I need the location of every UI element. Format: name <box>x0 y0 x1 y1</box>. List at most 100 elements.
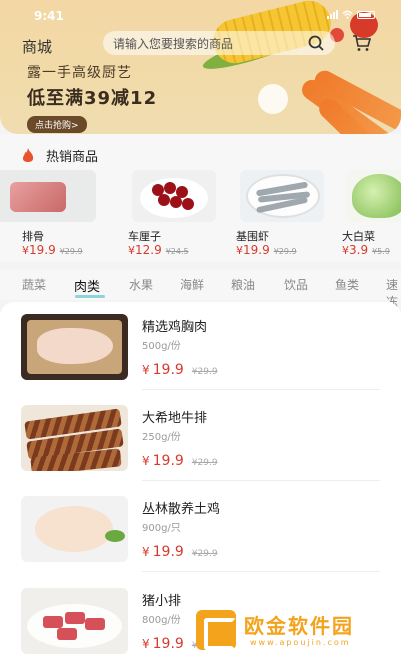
cabbage-shape <box>352 174 401 218</box>
product-spec: 250g/份 <box>142 432 181 443</box>
plate-decoration <box>258 84 288 114</box>
promo-text: 露一手高级厨艺 低至满39减12 点击抢购> <box>27 62 157 133</box>
watermark-text: 欧金软件园 <box>244 614 354 638</box>
product-spec: 500g/份 <box>142 341 181 352</box>
divider <box>142 571 380 572</box>
hot-item-price: ¥19.9 ¥29.9 <box>236 243 297 257</box>
product-price: ¥19.9 ¥29.9 <box>142 362 218 378</box>
app-screen: 9:41 商城 请输入您要搜索的商品 露一手高级厨艺 低至满39减12 点击抢购… <box>0 0 401 660</box>
battery-icon <box>357 10 375 19</box>
watermark-url: www.apoujin.com <box>250 638 351 647</box>
price-value: 19.9 <box>243 243 270 257</box>
watermark-logo: 欧金软件园 www.apoujin.com <box>196 608 398 656</box>
product-name: 精选鸡胸肉 <box>142 320 208 335</box>
product-price: ¥19.9 ¥29.9 <box>142 453 218 469</box>
product-spec: 900g/只 <box>142 523 181 534</box>
product-list: 精选鸡胸肉 500g/份 ¥19.9 ¥29.9 大希地牛排 250g/份 ¥19… <box>0 302 401 660</box>
buy-now-button[interactable]: 点击抢购> <box>27 116 87 133</box>
currency-symbol: ¥ <box>236 244 243 257</box>
cabbage-image <box>346 170 401 222</box>
hot-item[interactable]: 排骨 ¥19.9 ¥29.9 <box>0 170 122 257</box>
price-value: 3.9 <box>349 243 369 257</box>
product-spec: 800g/份 <box>142 615 181 626</box>
plate-shape <box>27 604 122 648</box>
tab-fruit[interactable]: 水果 <box>129 276 153 293</box>
hot-item-price: ¥12.9 ¥24.5 <box>128 243 189 257</box>
meat-shape <box>37 328 113 364</box>
cherry-image <box>132 170 216 222</box>
original-price: ¥29.9 <box>59 247 83 256</box>
rib-shape <box>65 612 85 624</box>
hot-item-name: 车厘子 <box>128 230 161 243</box>
search-bar[interactable]: 请输入您要搜索的商品 <box>103 31 335 55</box>
wifi-icon <box>342 10 353 19</box>
rib-shape <box>57 628 77 640</box>
currency-symbol: ¥ <box>342 244 349 257</box>
price-value: 19.9 <box>152 636 184 652</box>
page-title: 商城 <box>22 38 53 56</box>
original-price: ¥29.9 <box>191 549 218 559</box>
rib-shape <box>85 618 105 630</box>
currency-symbol: ¥ <box>128 244 135 257</box>
pork-ribs-image <box>21 588 128 654</box>
tab-vegetables[interactable]: 蔬菜 <box>22 276 46 293</box>
promo-discount: 低至满39减12 <box>27 88 158 109</box>
price-value: 12.9 <box>135 243 162 257</box>
active-tab-indicator <box>75 295 105 298</box>
tab-fish[interactable]: 鱼类 <box>335 276 359 293</box>
tab-seafood[interactable]: 海鲜 <box>180 276 204 293</box>
hot-products-title: 热销商品 <box>46 150 99 165</box>
cherry-dot <box>158 194 170 206</box>
hot-item-name: 排骨 <box>22 230 44 243</box>
category-tabs: 蔬菜 肉类 水果 海鲜 粮油 饮品 鱼类 速冻 <box>0 270 401 309</box>
price-value: 19.9 <box>152 362 184 378</box>
shrimp-image <box>240 170 324 222</box>
fire-icon <box>22 147 34 162</box>
signal-icon <box>327 10 338 19</box>
list-item[interactable]: 丛林散养土鸡 900g/只 ¥19.9 ¥29.9 <box>0 484 401 572</box>
hot-item[interactable]: 大白菜 ¥3.9 ¥5.9 <box>342 170 401 257</box>
promo-banner[interactable]: 9:41 商城 请输入您要搜索的商品 露一手高级厨艺 低至满39减12 点击抢购… <box>0 0 401 134</box>
price-value: 19.9 <box>29 243 56 257</box>
tab-drinks[interactable]: 饮品 <box>284 276 308 293</box>
whole-chicken-image <box>21 496 128 562</box>
list-item[interactable]: 大希地牛排 250g/份 ¥19.9 ¥29.9 <box>0 393 401 481</box>
search-input[interactable]: 请输入您要搜索的商品 <box>113 35 305 52</box>
hot-products-header: 热销商品 <box>20 146 98 165</box>
steak-image <box>21 405 128 471</box>
chicken-breast-image <box>21 314 128 380</box>
logo-icon <box>196 610 236 650</box>
ribs-shape <box>10 182 66 212</box>
hot-item-name: 大白菜 <box>342 230 375 243</box>
cart-icon[interactable] <box>352 34 372 52</box>
currency-symbol: ¥ <box>142 545 150 559</box>
product-name: 猪小排 <box>142 594 182 609</box>
price-value: 19.9 <box>152 453 184 469</box>
hot-item-price: ¥3.9 ¥5.9 <box>342 243 390 257</box>
ribs-image <box>0 170 96 222</box>
hot-item[interactable]: 车厘子 ¥12.9 ¥24.5 <box>128 170 228 257</box>
status-time: 9:41 <box>34 9 64 23</box>
cherry-dot <box>182 198 194 210</box>
rib-shape <box>43 616 63 628</box>
original-price: ¥5.9 <box>372 247 390 256</box>
divider <box>142 480 380 481</box>
product-name: 大希地牛排 <box>142 411 208 426</box>
search-icon[interactable] <box>305 33 329 53</box>
original-price: ¥24.5 <box>165 247 189 256</box>
cherry-dot <box>164 182 176 194</box>
divider <box>142 389 380 390</box>
price-value: 19.9 <box>152 544 184 560</box>
tab-meat[interactable]: 肉类 <box>74 276 100 295</box>
tab-grain-oil[interactable]: 粮油 <box>231 276 255 293</box>
hot-products-section: 热销商品 排骨 ¥19.9 ¥29.9 车厘子 ¥12.9 ¥24.5 基围虾 … <box>0 134 401 262</box>
hot-item-name: 基围虾 <box>236 230 269 243</box>
original-price: ¥29.9 <box>191 458 218 468</box>
hot-item-price: ¥19.9 ¥29.9 <box>22 243 83 257</box>
chicken-shape <box>35 506 113 552</box>
leaf-shape <box>105 530 125 542</box>
list-item[interactable]: 精选鸡胸肉 500g/份 ¥19.9 ¥29.9 <box>0 302 401 390</box>
hot-item[interactable]: 基围虾 ¥19.9 ¥29.9 <box>236 170 336 257</box>
original-price: ¥29.9 <box>273 247 297 256</box>
product-price: ¥19.9 ¥29.9 <box>142 544 218 560</box>
